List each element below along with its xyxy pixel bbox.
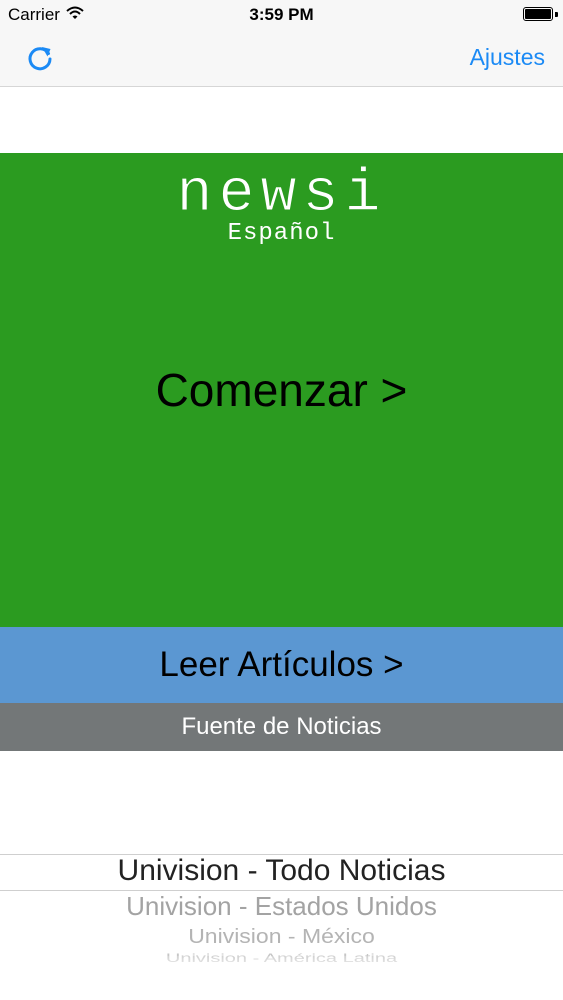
read-articles-button[interactable]: Leer Artículos > xyxy=(0,627,563,703)
start-button[interactable]: Comenzar > xyxy=(0,363,563,417)
refresh-icon xyxy=(28,47,52,71)
logo-subtitle: Español xyxy=(227,220,336,247)
battery-icon xyxy=(523,7,553,21)
hero-panel: newsi Español Comenzar > xyxy=(0,153,563,627)
battery-nub xyxy=(555,12,558,17)
settings-button[interactable]: Ajustes xyxy=(470,44,545,71)
news-source-picker[interactable]: Univision - Todo Noticias Univision - Es… xyxy=(0,751,563,1000)
navigation-bar: Ajustes xyxy=(0,30,563,87)
picker-option[interactable]: Univision - México xyxy=(0,925,563,949)
picker-option[interactable]: Univision - Todo Noticias xyxy=(0,854,563,888)
status-bar: Carrier 3:59 PM xyxy=(0,0,563,30)
refresh-button[interactable] xyxy=(22,40,58,76)
picker-option[interactable]: Univision - Estados Unidos xyxy=(0,891,563,922)
app-logo: newsi xyxy=(176,161,387,229)
news-source-header: Fuente de Noticias xyxy=(0,703,563,751)
status-time: 3:59 PM xyxy=(249,5,314,24)
picker-fade-overlay xyxy=(0,956,563,1000)
